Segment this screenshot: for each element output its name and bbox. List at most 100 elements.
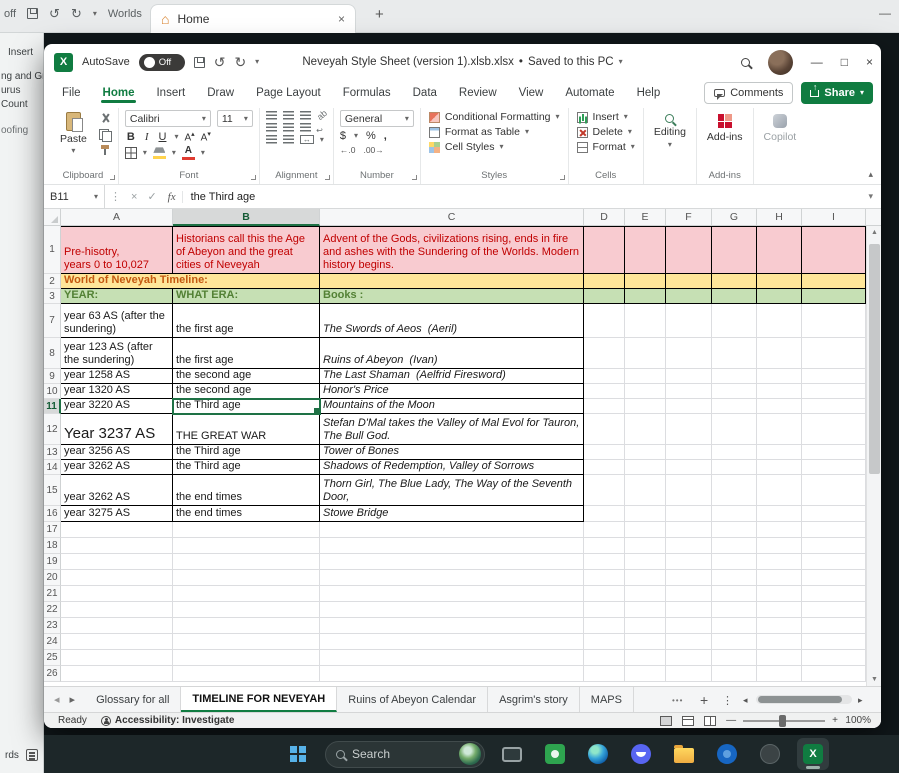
cell-B3[interactable]: WHAT ERA: xyxy=(173,289,320,304)
cell-H24[interactable] xyxy=(757,634,802,650)
cell-H26[interactable] xyxy=(757,666,802,682)
cell-G8[interactable] xyxy=(712,338,757,369)
share-button[interactable]: ↑ Share ▾ xyxy=(801,82,873,104)
cell-D22[interactable] xyxy=(584,602,625,618)
cell-E19[interactable] xyxy=(625,554,666,570)
cell-B12[interactable]: THE GREAT WAR xyxy=(173,414,320,445)
cell-G15[interactable] xyxy=(712,475,757,506)
cell-G11[interactable] xyxy=(712,399,757,414)
sheet-tab-asgrims-story[interactable]: Asgrim's story xyxy=(488,687,580,712)
cell-A10[interactable]: year 1320 AS xyxy=(61,384,173,399)
redo-caret-icon[interactable]: ▾ xyxy=(255,58,259,66)
cell-H15[interactable] xyxy=(757,475,802,506)
row-header-11[interactable]: 11 xyxy=(44,399,61,414)
fill-color-caret-icon[interactable]: ▾ xyxy=(172,149,176,157)
expand-formula-bar-icon[interactable]: ▾ xyxy=(860,191,881,202)
cell-C10[interactable]: Honor's Price xyxy=(320,384,584,399)
background-thesaurus-label[interactable]: urus xyxy=(1,85,20,96)
cell-H18[interactable] xyxy=(757,538,802,554)
all-sheets-icon[interactable]: ⋮ xyxy=(722,687,733,713)
ribbon-tab-page-layout[interactable]: Page Layout xyxy=(246,83,331,103)
zoom-level[interactable]: 100% xyxy=(845,715,871,726)
font-color-caret-icon[interactable]: ▾ xyxy=(201,149,205,157)
close-button[interactable]: × xyxy=(866,55,873,69)
cell-H19[interactable] xyxy=(757,554,802,570)
cell-B15[interactable]: the end times xyxy=(173,475,320,506)
cell-I25[interactable] xyxy=(802,650,866,666)
column-header-c[interactable]: C xyxy=(320,209,584,226)
cell-F13[interactable] xyxy=(666,445,712,460)
underline-caret-icon[interactable]: ▾ xyxy=(174,133,178,141)
cell-F12[interactable] xyxy=(666,414,712,445)
cell-E15[interactable] xyxy=(625,475,666,506)
cell-C25[interactable] xyxy=(320,650,584,666)
taskbar-blue-app[interactable] xyxy=(711,738,743,770)
ribbon-tab-home[interactable]: Home xyxy=(93,83,145,103)
row-header-14[interactable]: 14 xyxy=(44,460,61,475)
row-header-21[interactable]: 21 xyxy=(44,586,61,602)
row-header-23[interactable]: 23 xyxy=(44,618,61,634)
row-header-12[interactable]: 12 xyxy=(44,414,61,445)
cell-B24[interactable] xyxy=(173,634,320,650)
cell-D10[interactable] xyxy=(584,384,625,399)
cell-D18[interactable] xyxy=(584,538,625,554)
search-highlight-image[interactable] xyxy=(459,743,481,765)
cell-D1[interactable] xyxy=(584,226,625,274)
new-sheet-button[interactable]: + xyxy=(700,687,708,713)
cell-C18[interactable] xyxy=(320,538,584,554)
cell-C12[interactable]: Stefan D'Mal takes the Valley of Mal Evo… xyxy=(320,414,584,445)
cell-B14[interactable]: the Third age xyxy=(173,460,320,475)
cell-A8[interactable]: year 123 AS (after the sundering) xyxy=(61,338,173,369)
format-painter-icon[interactable] xyxy=(99,145,112,156)
decrease-indent-icon[interactable] xyxy=(266,135,277,144)
cell-A9[interactable]: year 1258 AS xyxy=(61,369,173,384)
column-header-i[interactable]: I xyxy=(802,209,866,226)
styles-dialog-launcher[interactable] xyxy=(560,175,565,180)
cell-F8[interactable] xyxy=(666,338,712,369)
cell-A21[interactable] xyxy=(61,586,173,602)
cell-D17[interactable] xyxy=(584,522,625,538)
cell-B18[interactable] xyxy=(173,538,320,554)
cell-A23[interactable] xyxy=(61,618,173,634)
cell-H21[interactable] xyxy=(757,586,802,602)
normal-view-icon[interactable] xyxy=(660,716,672,726)
select-all-corner[interactable] xyxy=(44,209,61,226)
cell-I14[interactable] xyxy=(802,460,866,475)
cell-A11[interactable]: year 3220 AS xyxy=(61,399,173,414)
cell-D7[interactable] xyxy=(584,304,625,338)
addins-button[interactable]: Add-ins xyxy=(703,110,747,143)
cell-B17[interactable] xyxy=(173,522,320,538)
cell-F9[interactable] xyxy=(666,369,712,384)
cell-F23[interactable] xyxy=(666,618,712,634)
font-color-button[interactable]: A xyxy=(182,146,195,160)
cell-I20[interactable] xyxy=(802,570,866,586)
font-size-combo[interactable]: 11 ▾ xyxy=(217,110,253,127)
cell-A1[interactable]: Pre-hisotry, years 0 to 10,027 xyxy=(61,226,173,274)
cell-B10[interactable]: the second age xyxy=(173,384,320,399)
cell-A2[interactable]: World of Neveyah Timeline: xyxy=(61,274,320,289)
cell-H17[interactable] xyxy=(757,522,802,538)
cell-H8[interactable] xyxy=(757,338,802,369)
bold-button[interactable]: B xyxy=(125,131,137,143)
background-spelling-grammar-label[interactable]: ng and Gra xyxy=(1,71,44,82)
cell-A20[interactable] xyxy=(61,570,173,586)
cell-H14[interactable] xyxy=(757,460,802,475)
cell-C3[interactable]: Books : xyxy=(320,289,584,304)
comma-style-button[interactable]: , xyxy=(384,130,387,142)
vertical-scrollbar[interactable]: ▲ ▼ xyxy=(866,226,881,686)
cell-F7[interactable] xyxy=(666,304,712,338)
confirm-entry-icon[interactable]: ✓ xyxy=(142,190,161,203)
taskbar-green-app[interactable] xyxy=(539,738,571,770)
cell-E25[interactable] xyxy=(625,650,666,666)
cell-F26[interactable] xyxy=(666,666,712,682)
cell-F15[interactable] xyxy=(666,475,712,506)
cell-G21[interactable] xyxy=(712,586,757,602)
cell-E17[interactable] xyxy=(625,522,666,538)
cell-E14[interactable] xyxy=(625,460,666,475)
cell-H11[interactable] xyxy=(757,399,802,414)
cell-C8[interactable]: Ruins of Abeyon (Ivan) xyxy=(320,338,584,369)
column-header-d[interactable]: D xyxy=(584,209,625,226)
cell-A17[interactable] xyxy=(61,522,173,538)
row-header-25[interactable]: 25 xyxy=(44,650,61,666)
number-dialog-launcher[interactable] xyxy=(412,175,417,180)
